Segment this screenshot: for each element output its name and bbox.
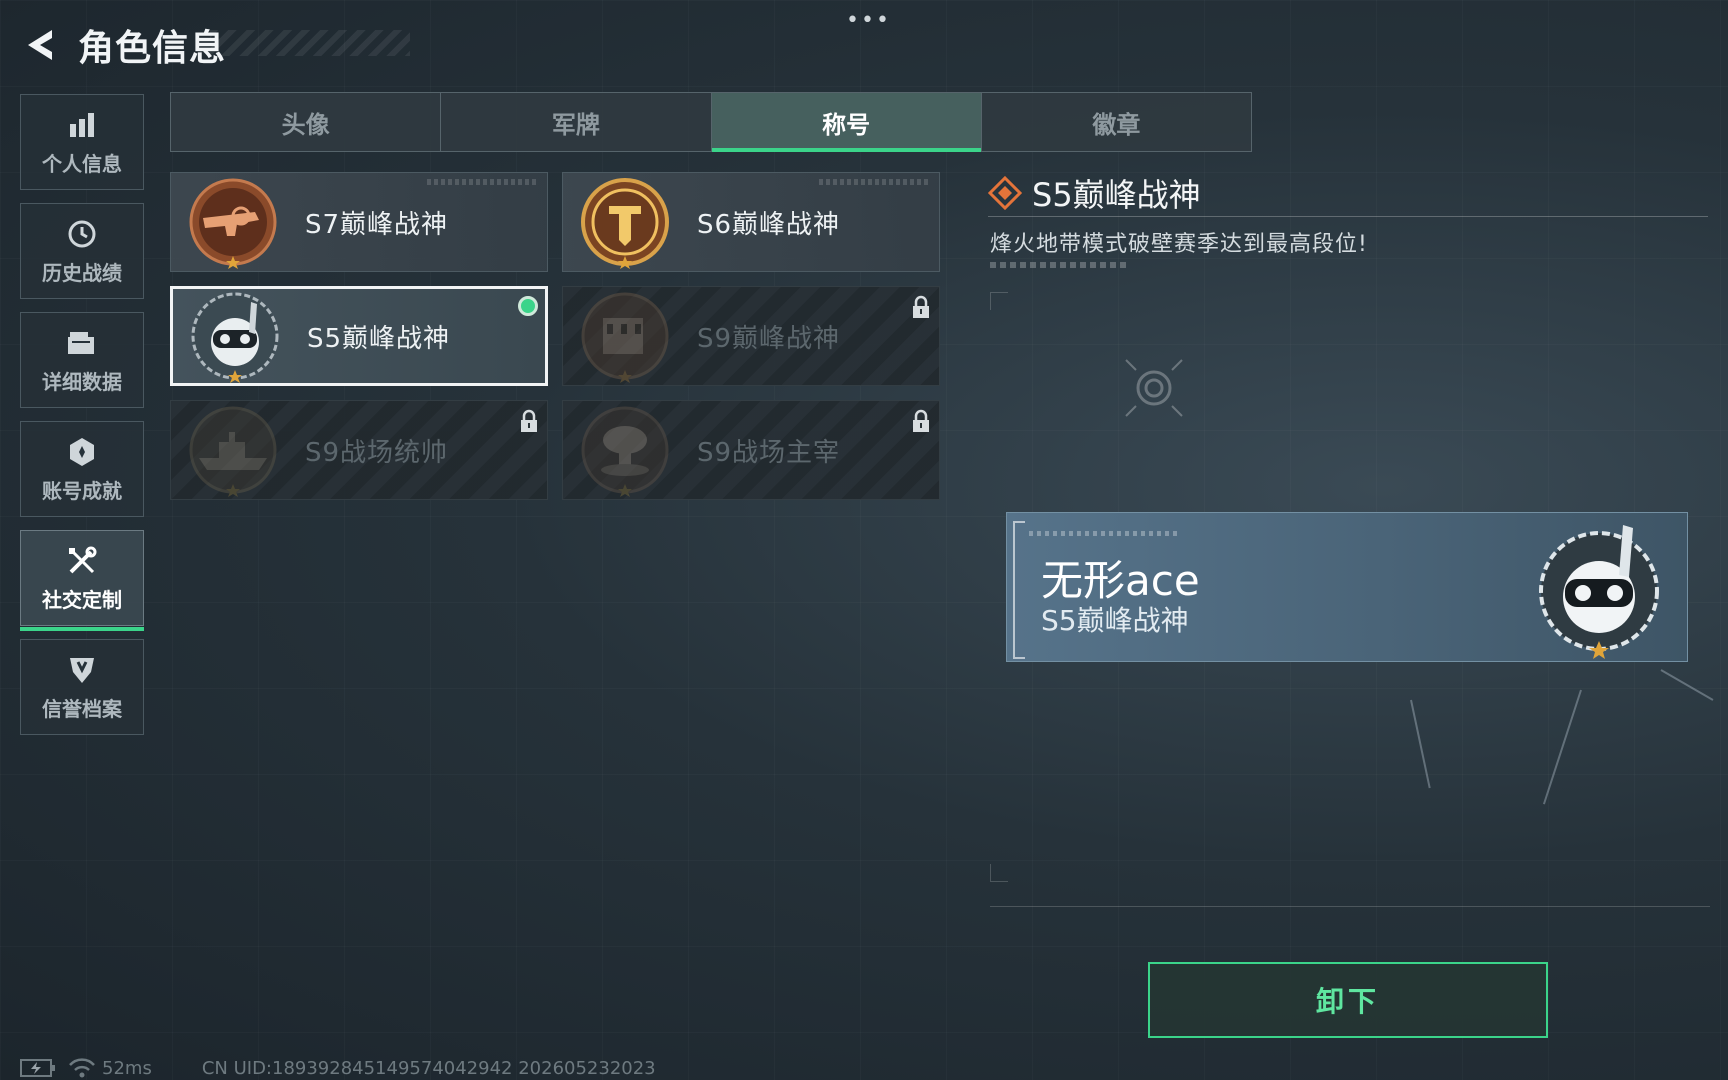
diver-skull-emblem-icon	[1539, 525, 1659, 659]
sidebar-item-label: 信誉档案	[42, 696, 122, 721]
tab-dog-tag[interactable]: 军牌	[441, 93, 712, 151]
clock-icon	[65, 217, 99, 251]
sidebar-item-label: 历史战绩	[42, 260, 122, 285]
preview-decoration	[1029, 531, 1179, 536]
mushroom-cloud-emblem-icon	[581, 406, 669, 497]
title-name: S9巅峰战神	[697, 323, 841, 354]
gun-emblem-icon	[189, 178, 277, 269]
back-button[interactable]	[20, 24, 62, 66]
card-decoration	[819, 179, 929, 185]
sidebar-item-label: 社交定制	[42, 587, 122, 612]
shield-emblem-icon	[581, 178, 669, 269]
card-decoration	[427, 179, 537, 185]
lock-icon	[913, 295, 929, 318]
sidebar-item-reputation[interactable]: 信誉档案	[20, 639, 144, 735]
divider	[990, 906, 1710, 907]
title-card-locked[interactable]: S9战场统帅	[170, 400, 548, 500]
title-name: S5巅峰战神	[307, 323, 451, 354]
title-card-selected[interactable]: S5巅峰战神	[170, 286, 548, 386]
sidebar-item-personal-info[interactable]: 个人信息	[20, 94, 144, 190]
medal-icon	[65, 435, 99, 469]
status-bar: 52ms CN UID:1893928451495740429​42 20260…	[20, 1056, 656, 1080]
ping-value: 52ms	[102, 1057, 152, 1079]
back-arrow-icon	[28, 30, 52, 60]
target-reticle-icon	[1125, 359, 1183, 417]
sidebar-item-achievements[interactable]: 账号成就	[20, 421, 144, 517]
frame-corner	[990, 864, 1008, 882]
lock-icon	[521, 409, 537, 432]
diver-skull-emblem-icon	[191, 292, 279, 383]
building-emblem-icon	[581, 292, 669, 383]
title-name: S6巅峰战神	[697, 209, 841, 240]
sidebar-item-label: 个人信息	[42, 151, 122, 176]
detail-description: 烽火地带模式破壁赛季达到最高段位!	[990, 232, 1368, 257]
lock-icon	[913, 409, 929, 432]
sidebar-item-label: 详细数据	[42, 369, 122, 394]
unequip-button[interactable]: 卸下	[1148, 962, 1548, 1038]
title-name: S7巅峰战神	[305, 209, 449, 240]
background-streak	[1410, 699, 1431, 789]
detail-decoration	[990, 262, 1126, 268]
divider	[988, 216, 1708, 217]
detail-header: S5巅峰战神	[988, 170, 1201, 216]
category-tabs: 头像 军牌 称号 徽章	[170, 92, 1252, 152]
frame-corner	[990, 292, 1008, 310]
detail-title-name: S5巅峰战神	[1032, 176, 1201, 214]
title-preview-card: 无形ace S5巅峰战神	[1006, 512, 1688, 662]
title-card-locked[interactable]: S9战场主宰	[562, 400, 940, 500]
folder-icon	[65, 326, 99, 360]
wifi-icon	[69, 1058, 95, 1078]
sidebar-item-social-custom[interactable]: 社交定制	[20, 530, 144, 631]
title-card[interactable]: S6巅峰战神	[562, 172, 940, 272]
warship-emblem-icon	[189, 406, 277, 497]
title-rank-icon	[988, 176, 1022, 210]
title-card-locked[interactable]: S9巅峰战神	[562, 286, 940, 386]
sidebar-item-label: 账号成就	[42, 478, 122, 503]
background-streak	[1660, 669, 1714, 701]
preview-title: S5巅峰战神	[1041, 604, 1189, 637]
sidebar-nav: 个人信息 历史战绩 详细数据 账号成就 社交定制 信誉档案	[20, 94, 144, 748]
tab-title[interactable]: 称号	[711, 93, 982, 152]
shield-icon	[65, 653, 99, 687]
tab-avatar[interactable]: 头像	[171, 93, 442, 151]
background-streak	[1542, 689, 1582, 805]
more-menu-icon[interactable]: •••	[846, 8, 891, 33]
tools-icon	[65, 544, 99, 578]
page-title: 角色信息	[78, 28, 227, 69]
title-name: S9战场主宰	[697, 437, 841, 468]
title-card[interactable]: S7巅峰战神	[170, 172, 548, 272]
tab-badge[interactable]: 徽章	[982, 93, 1251, 151]
sidebar-item-detailed-data[interactable]: 详细数据	[20, 312, 144, 408]
header: 角色信息	[20, 22, 227, 69]
title-decoration	[210, 30, 410, 56]
battery-icon	[20, 1059, 55, 1077]
bar-chart-icon	[65, 108, 99, 142]
uid-text: CN UID:1893928451495740429​42 2026052320…	[201, 1057, 656, 1079]
sidebar-item-history[interactable]: 历史战绩	[20, 203, 144, 299]
equipped-indicator	[518, 296, 538, 316]
title-name: S9战场统帅	[305, 437, 449, 468]
